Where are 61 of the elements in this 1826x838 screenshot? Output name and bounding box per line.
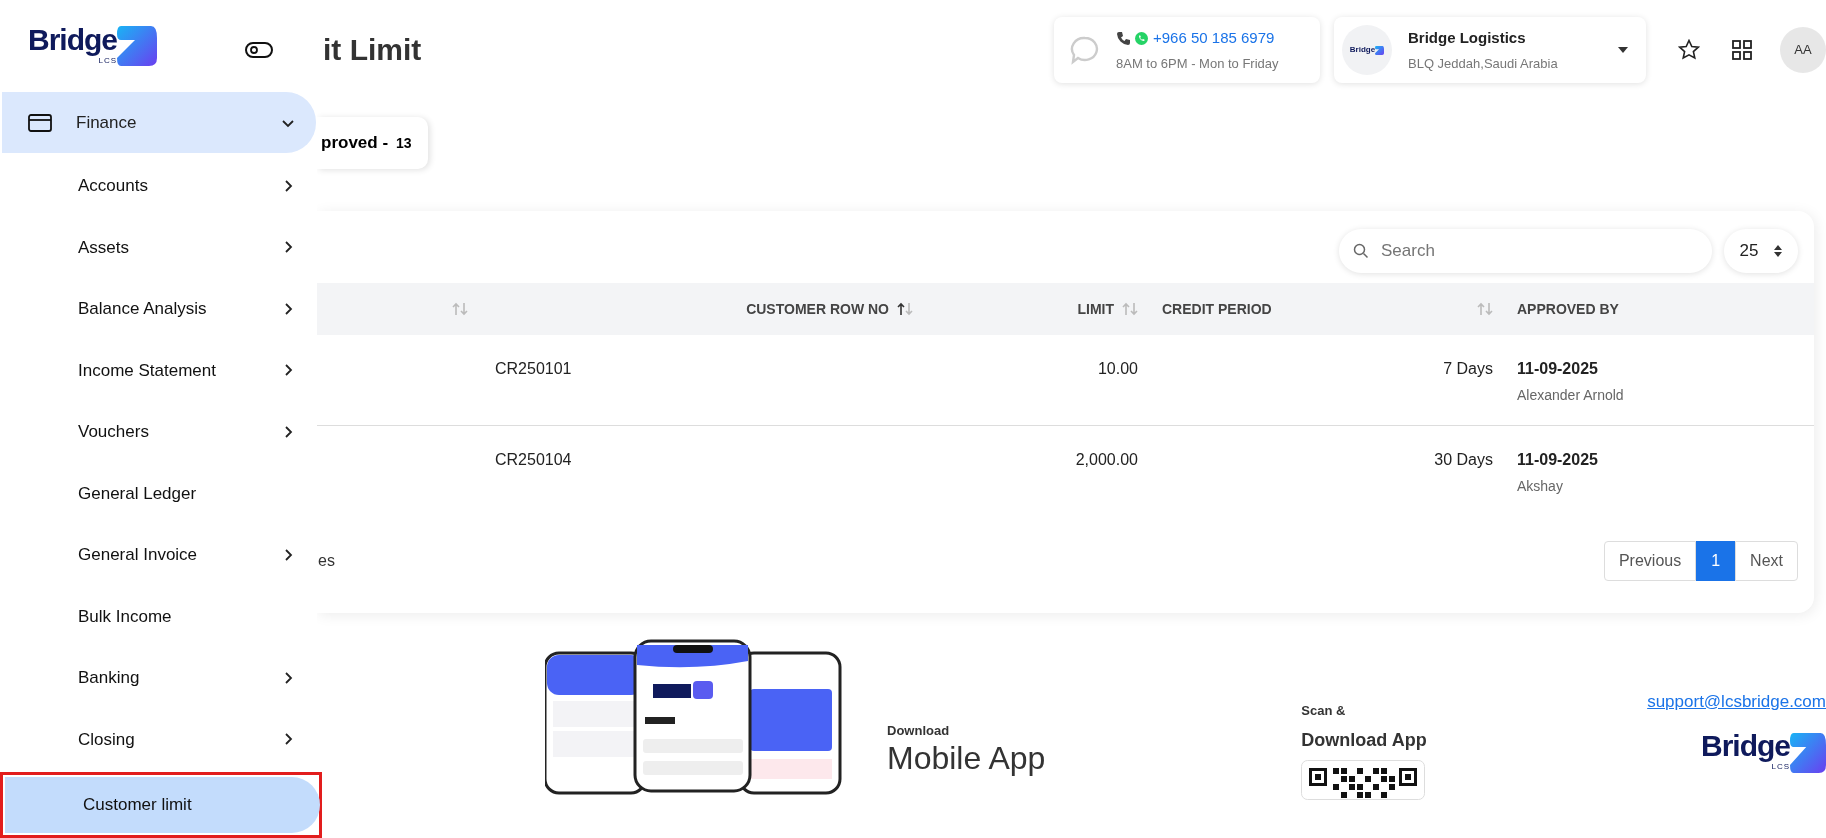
logo-mark-icon bbox=[1790, 732, 1826, 773]
sidebar-item[interactable]: General Invoice bbox=[0, 524, 315, 586]
sidebar-section[interactable]: Finance bbox=[2, 92, 316, 153]
caret-down-icon bbox=[1618, 47, 1628, 53]
sidebar-item[interactable]: Customer limit bbox=[5, 777, 320, 833]
phone-icon bbox=[1116, 31, 1130, 46]
grid-menu-icon[interactable] bbox=[1732, 40, 1752, 60]
column-header[interactable]: CREDIT PERIOD bbox=[1162, 298, 1272, 320]
page-size-select[interactable]: 25 bbox=[1724, 229, 1798, 273]
table-cell: 30 Days bbox=[1434, 450, 1493, 468]
sidebar-item[interactable]: Assets bbox=[0, 216, 315, 278]
user-avatar[interactable]: AA bbox=[1780, 27, 1826, 73]
company-switcher[interactable]: Bridge Bridge Logistics BLQ Jeddah,Saudi Arabia bbox=[1334, 17, 1646, 83]
download-label: Download bbox=[887, 722, 951, 740]
download-title: Mobile App bbox=[887, 740, 1046, 776]
table-cell: CR250101 bbox=[495, 360, 572, 377]
approver-name: Akshay bbox=[1517, 476, 1564, 496]
sidebar-item[interactable]: Bulk Income bbox=[0, 585, 315, 647]
page-title: it Limit bbox=[323, 32, 422, 68]
toggle-icon[interactable] bbox=[245, 42, 273, 58]
company-location: BLQ Jeddah,Saudi Arabia bbox=[1408, 54, 1558, 73]
approval-date: 11-09-2025 bbox=[1517, 449, 1599, 470]
scan-title: Download App bbox=[1301, 728, 1427, 752]
sort-caret-icon bbox=[1774, 245, 1783, 257]
column-header[interactable]: APPROVED BY bbox=[1517, 298, 1619, 320]
page-number[interactable]: 1 bbox=[1696, 541, 1736, 581]
scan-label: Scan & bbox=[1301, 702, 1347, 720]
sidebar-item[interactable]: Vouchers bbox=[0, 401, 315, 463]
company-logo: Bridge bbox=[1342, 25, 1392, 75]
phone-link[interactable]: +966 50 185 6979 bbox=[1153, 27, 1275, 50]
qr-code-icon bbox=[1301, 759, 1426, 800]
hours-text: 8AM to 6PM - Mon to Friday bbox=[1116, 54, 1279, 73]
card-icon bbox=[28, 113, 52, 132]
approver-name: Alexander Arnold bbox=[1517, 386, 1625, 405]
sidebar-item[interactable]: Banking bbox=[0, 647, 315, 709]
previous-button[interactable]: Previous bbox=[1603, 541, 1697, 581]
brand-logo: Bridge LCS bbox=[28, 25, 157, 67]
status-tab[interactable]: proved - 13 bbox=[317, 117, 428, 169]
sidebar-item[interactable]: Balance Analysis bbox=[0, 278, 315, 340]
column-header[interactable]: LIMIT bbox=[1077, 298, 1114, 320]
table-cell: 7 Days bbox=[1443, 360, 1493, 377]
chat-bubble-icon bbox=[1070, 35, 1100, 65]
column-header[interactable]: CUSTOMER ROW NO bbox=[746, 298, 889, 320]
next-button[interactable]: Next bbox=[1735, 541, 1798, 581]
table-cell: 2,000.00 bbox=[1075, 450, 1138, 468]
footer-logo: Bridge LCS bbox=[1701, 730, 1826, 773]
sidebar-item[interactable]: Income Statement bbox=[0, 339, 315, 401]
approval-date: 11-09-2025 bbox=[1517, 359, 1599, 379]
chat-phone-icon bbox=[1134, 30, 1149, 46]
table-cell: 10.00 bbox=[1097, 360, 1138, 377]
sidebar-item[interactable]: General Ledger bbox=[0, 462, 315, 524]
search-field[interactable]: Search bbox=[1339, 229, 1712, 273]
sidebar-item[interactable]: Closing bbox=[0, 708, 315, 770]
sidebar-item[interactable]: Accounts bbox=[0, 155, 315, 217]
logo-mark-icon bbox=[117, 26, 157, 66]
support-email-link[interactable]: support@lcsbridge.com bbox=[1647, 689, 1826, 715]
star-icon[interactable] bbox=[1678, 39, 1700, 61]
logo-mark-icon bbox=[1375, 45, 1385, 55]
table-info: es bbox=[318, 551, 335, 571]
table-cell: CR250104 bbox=[495, 450, 572, 468]
company-name: Bridge Logistics bbox=[1408, 28, 1527, 48]
